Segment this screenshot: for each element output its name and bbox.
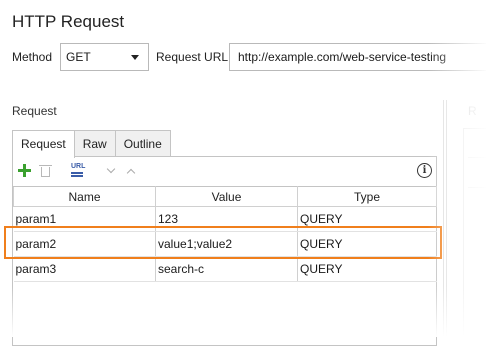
method-select-value: GET: [66, 50, 91, 64]
right-panel-label: R: [468, 104, 477, 118]
tab-request[interactable]: Request: [12, 130, 75, 158]
request-tabs: Request Raw Outline: [12, 130, 171, 158]
chevron-down-icon: [131, 55, 139, 60]
panel-splitter[interactable]: [443, 100, 447, 337]
param-name-cell[interactable]: param1: [13, 206, 156, 232]
table-row[interactable]: param1 123 QUERY: [13, 206, 437, 232]
param-type-cell[interactable]: QUERY: [297, 231, 437, 257]
param-name-cell[interactable]: param2: [13, 231, 156, 257]
right-panel: [463, 128, 486, 337]
column-header-name[interactable]: Name: [13, 186, 156, 207]
param-value-cell[interactable]: search-c: [155, 256, 298, 282]
column-header-value[interactable]: Value: [155, 186, 298, 207]
request-url-label: Request URL:: [156, 50, 232, 64]
parameters-table: Name Value Type param1 123 QUERY param2 …: [13, 186, 437, 282]
method-select[interactable]: GET: [60, 43, 149, 71]
table-row[interactable]: param2 value1;value2 QUERY: [13, 231, 437, 257]
move-down-icon[interactable]: [104, 163, 120, 179]
tab-raw[interactable]: Raw: [73, 130, 116, 157]
add-icon[interactable]: [17, 163, 33, 179]
param-type-cell[interactable]: QUERY: [297, 256, 437, 282]
table-header-row: Name Value Type: [13, 186, 437, 207]
info-icon[interactable]: i: [417, 163, 432, 178]
param-type-cell[interactable]: QUERY: [297, 206, 437, 232]
param-value-cell[interactable]: value1;value2: [155, 231, 298, 257]
tab-outline[interactable]: Outline: [114, 130, 171, 157]
parameters-toolbar: URL i: [13, 157, 436, 185]
table-row[interactable]: param3 search-c QUERY: [13, 256, 437, 282]
request-url-input[interactable]: http://example.com/web-service-testing: [229, 43, 486, 71]
request-section-label: Request: [12, 104, 57, 118]
delete-icon[interactable]: [38, 163, 54, 179]
method-label: Method: [12, 50, 53, 64]
page-title: HTTP Request: [12, 12, 125, 31]
column-header-type[interactable]: Type: [297, 186, 437, 207]
param-name-cell[interactable]: param3: [13, 256, 156, 282]
param-value-cell[interactable]: 123: [155, 206, 298, 232]
request-panel: URL i Name Value Type param1 123 QUERY p…: [12, 156, 437, 346]
move-up-icon[interactable]: [124, 163, 140, 179]
url-parameters-icon[interactable]: URL: [70, 163, 86, 179]
